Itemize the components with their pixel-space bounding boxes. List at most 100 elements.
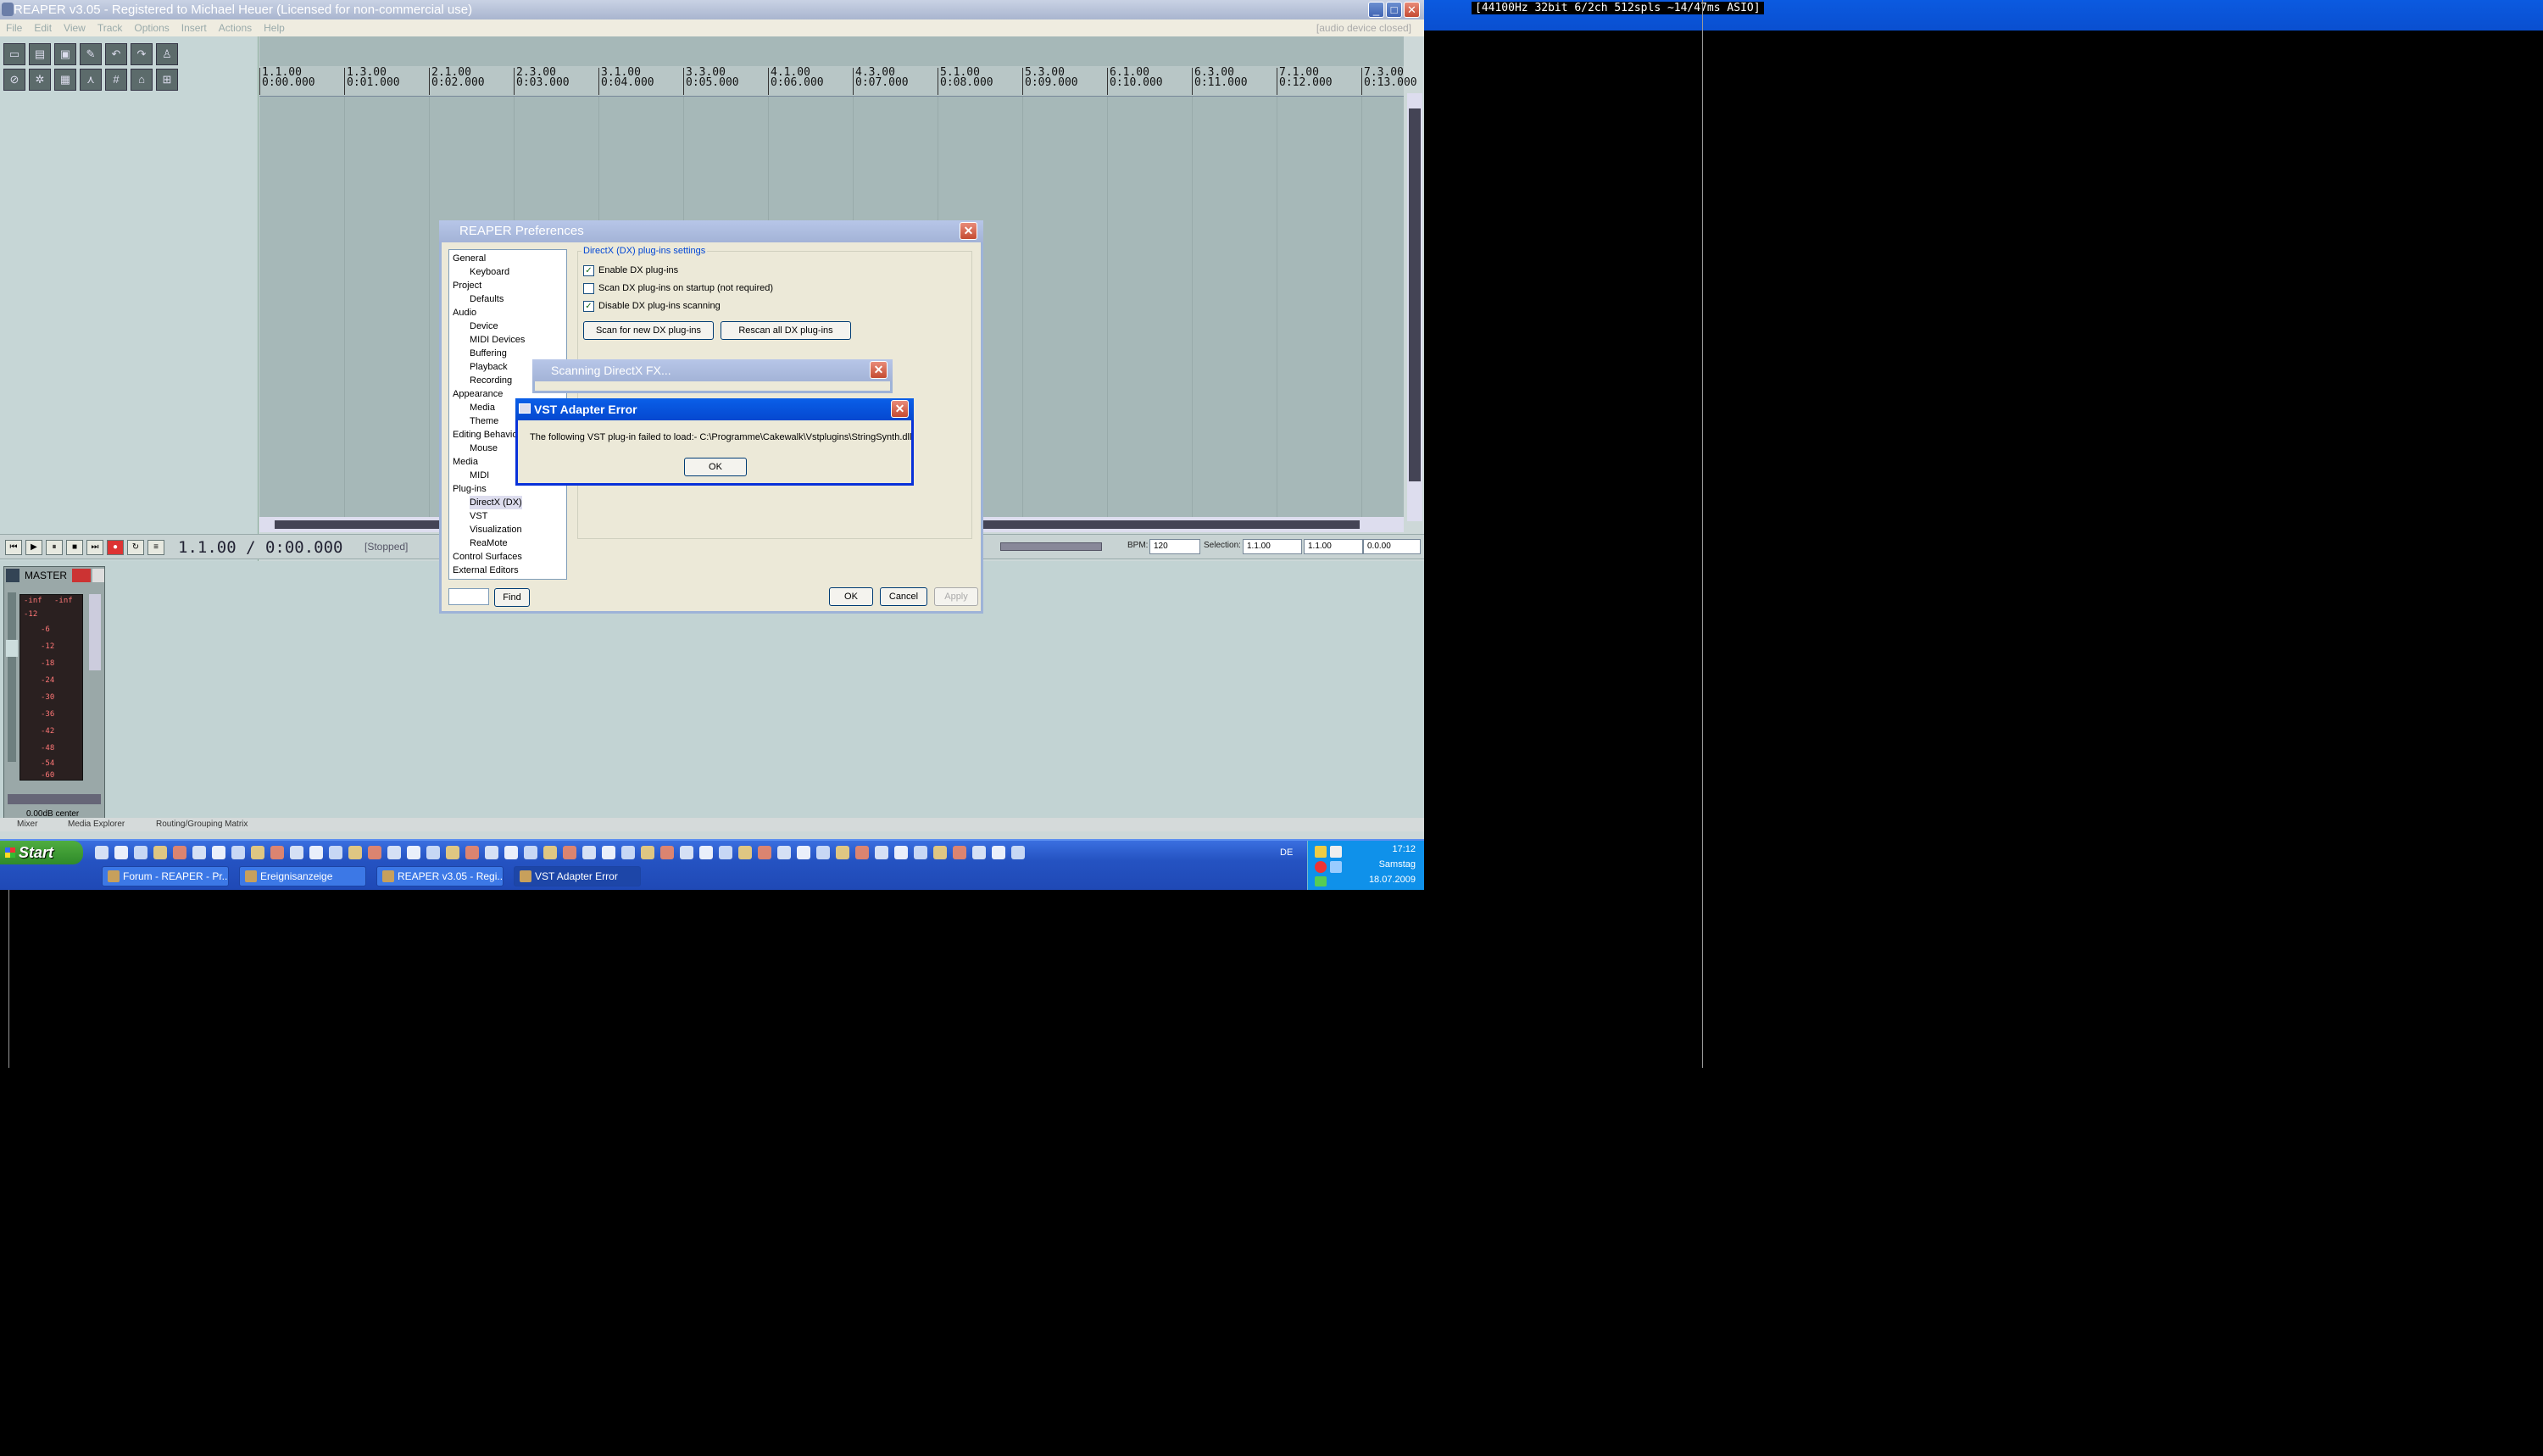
prefs-tree-item[interactable]: Audio [453,306,476,320]
task-forum[interactable]: Forum - REAPER - Pr... [102,866,229,886]
quick-launch-icon[interactable] [602,846,615,859]
open-project-icon[interactable]: ▤ [29,43,51,65]
quick-launch-icon[interactable] [114,846,128,859]
auto-crossfade-icon[interactable]: ✲ [29,69,51,91]
prefs-tree-item[interactable]: Playback [470,360,508,374]
quick-launch-icon[interactable] [251,846,264,859]
clock-time[interactable]: 17:12 [1392,844,1416,854]
prefs-tree-item[interactable]: Visualization [470,523,522,536]
tray-icon[interactable] [1315,876,1327,886]
task-reaper[interactable]: REAPER v3.05 - Regi... [376,866,504,886]
quick-launch-icon[interactable] [368,846,381,859]
enable-dx-checkbox[interactable]: ✓ [583,265,594,276]
quick-launch-icon[interactable] [875,846,888,859]
quick-launch-icon[interactable] [953,846,966,859]
item-grouping-icon[interactable]: ⊞ [156,69,178,91]
quick-launch-icon[interactable] [972,846,986,859]
vertical-scrollbar[interactable] [1407,93,1422,521]
grid-icon[interactable]: ▦ [54,69,76,91]
preferences-title-bar[interactable]: REAPER Preferences ✕ [439,220,983,242]
track-control-panel[interactable]: ▭ ▤ ▣ ✎ ↶ ↷ ♙ ⊘ ✲ ▦ ⋏ # ⌂ ⊞ [0,36,259,575]
quick-launch-icon[interactable] [348,846,362,859]
quick-launch-icon[interactable] [894,846,908,859]
bpm-field[interactable]: 120 [1149,539,1200,554]
io-button[interactable] [92,569,104,582]
prefs-tree-item[interactable]: MIDI Devices [470,333,525,347]
prefs-tree-item[interactable]: Device [470,320,498,333]
quick-launch-icon[interactable] [758,846,771,859]
quick-launch-icon[interactable] [855,846,869,859]
preferences-icon[interactable]: ✎ [80,43,102,65]
menu-options[interactable]: Options [128,22,175,34]
prefs-cancel-button[interactable]: Cancel [880,587,927,606]
envelope-icon[interactable]: ⋏ [80,69,102,91]
quick-launch-icon[interactable] [290,846,303,859]
quick-launch-icon[interactable] [270,846,284,859]
error-ok-button[interactable]: OK [684,458,747,476]
quick-launch-icon[interactable] [426,846,440,859]
tab-routing-matrix[interactable]: Routing/Grouping Matrix [156,818,248,831]
quick-launch-icon[interactable] [192,846,206,859]
preferences-close-button[interactable]: ✕ [960,222,977,240]
menu-actions[interactable]: Actions [213,22,258,34]
quick-launch-icon[interactable] [816,846,830,859]
prefs-tree-item[interactable]: ReaMote [470,536,508,550]
quick-launch-icon[interactable] [621,846,635,859]
quick-launch-icon[interactable] [543,846,557,859]
prefs-tree-item[interactable]: External Editors [453,564,519,577]
quick-launch-icon[interactable] [95,846,109,859]
prefs-tree-item[interactable]: DirectX (DX) [470,496,522,509]
rescan-all-dx-button[interactable]: Rescan all DX plug-ins [721,321,851,340]
prefs-tree-item[interactable]: Mouse [470,442,498,455]
quick-launch-icon[interactable] [1011,846,1025,859]
quick-launch-icon[interactable] [153,846,167,859]
ripple-edit-icon[interactable]: ⊘ [3,69,25,91]
menu-file[interactable]: File [0,22,28,34]
quick-launch-icon[interactable] [933,846,947,859]
prefs-tree-item[interactable]: Project [453,279,481,292]
prefs-tree-item[interactable]: Editing Behavio [453,428,517,442]
prefs-tree-item[interactable]: VST [470,509,487,523]
new-project-icon[interactable]: ▭ [3,43,25,65]
play-icon[interactable]: ▶ [25,540,42,555]
time-display[interactable]: 1.1.00 / 0:00.000 [178,538,342,557]
close-button[interactable]: ✕ [1404,2,1420,18]
quick-launch-icon[interactable] [173,846,186,859]
prefs-tree-item[interactable]: Plug-ins [453,482,487,496]
minimize-button[interactable]: _ [1368,2,1384,18]
quick-launch-icon[interactable] [641,846,654,859]
prefs-tree-item[interactable]: General [453,252,486,265]
pan-slider[interactable] [8,794,101,804]
quick-launch-icon[interactable] [836,846,849,859]
quick-launch-icon[interactable] [212,846,225,859]
find-button[interactable]: Find [494,588,530,607]
prefs-tree-item[interactable]: Buffering [470,347,507,360]
quick-launch-icon[interactable] [407,846,420,859]
find-input[interactable] [448,588,489,605]
scan-startup-checkbox[interactable] [583,283,594,294]
quick-launch-icon[interactable] [329,846,342,859]
undo-icon[interactable]: ↶ [105,43,127,65]
tray-icon[interactable] [1315,861,1327,873]
quick-launch-icon[interactable] [777,846,791,859]
prefs-tree-item[interactable]: Theme [470,414,498,428]
prefs-tree-item[interactable]: Appearance [453,387,503,401]
quick-launch-icon[interactable] [485,846,498,859]
prefs-tree-item[interactable]: Control Surfaces [453,550,522,564]
prefs-tree-item[interactable]: Keyboard [470,265,509,279]
quick-launch-icon[interactable] [797,846,810,859]
prefs-tree-item[interactable]: Media [470,401,495,414]
language-indicator[interactable]: DE [1280,847,1293,858]
start-button[interactable]: Start [0,841,83,864]
prefs-tree-item[interactable]: Media [453,455,478,469]
quick-launch-icon[interactable] [680,846,693,859]
scanning-close-button[interactable]: ✕ [870,361,888,379]
error-title-bar[interactable]: VST Adapter Error ✕ [515,398,914,420]
scan-new-dx-button[interactable]: Scan for new DX plug-ins [583,321,714,340]
menu-help[interactable]: Help [258,22,291,34]
go-to-end-icon[interactable]: ⏭ [86,540,103,555]
prefs-tree-item[interactable]: Defaults [470,292,504,306]
fader-knob[interactable] [6,640,18,657]
record-icon[interactable]: ● [107,540,124,555]
metronome-icon[interactable]: ♙ [156,43,178,65]
